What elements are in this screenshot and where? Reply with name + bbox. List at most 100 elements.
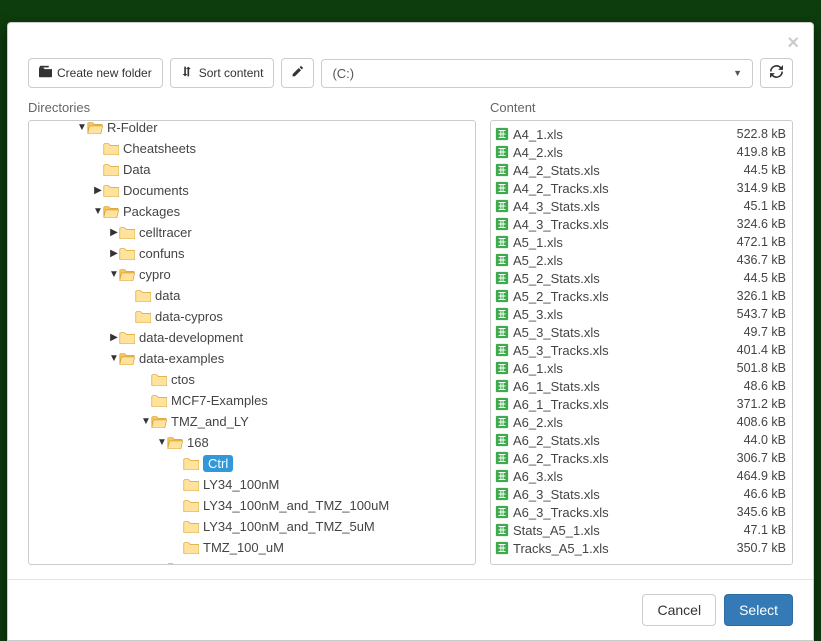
tree-item[interactable]: LY34_100nM — [29, 474, 475, 495]
file-row[interactable]: A4_2_Tracks.xls314.9 kB — [491, 179, 792, 197]
tree-item[interactable]: TMZ_100_uM — [29, 537, 475, 558]
tree-item[interactable]: ctos — [29, 369, 475, 390]
file-row[interactable]: A6_3_Stats.xls46.6 kB — [491, 485, 792, 503]
tree-item[interactable]: data — [29, 285, 475, 306]
tree-item[interactable]: Data — [29, 159, 475, 180]
tree-item[interactable]: ▼cypro — [29, 264, 475, 285]
file-row[interactable]: A5_1.xls472.1 kB — [491, 233, 792, 251]
chevron-right-icon[interactable]: ▶ — [109, 227, 119, 238]
tree-item-label: Packages — [123, 204, 180, 219]
file-row[interactable]: A5_2_Tracks.xls326.1 kB — [491, 287, 792, 305]
file-row[interactable]: A6_2.xls408.6 kB — [491, 413, 792, 431]
file-size: 464.9 kB — [731, 469, 786, 483]
edit-button[interactable] — [281, 58, 314, 88]
file-size: 472.1 kB — [731, 235, 786, 249]
file-row[interactable]: A4_3_Stats.xls45.1 kB — [491, 197, 792, 215]
tree-item[interactable]: Cheatsheets — [29, 138, 475, 159]
file-row[interactable]: A6_3.xls464.9 kB — [491, 467, 792, 485]
chevron-down-icon[interactable]: ▼ — [109, 269, 119, 280]
file-row[interactable]: A6_1.xls501.8 kB — [491, 359, 792, 377]
file-name: A5_3.xls — [513, 307, 731, 322]
file-row[interactable]: A6_2_Tracks.xls306.7 kB — [491, 449, 792, 467]
tree-item-label: LY34_100nM_and_TMZ_100uM — [203, 498, 389, 513]
folder-open-icon — [167, 436, 183, 449]
tree-item[interactable]: ▼TMZ_and_LY — [29, 411, 475, 432]
file-row[interactable]: A5_3_Tracks.xls401.4 kB — [491, 341, 792, 359]
chevron-down-icon[interactable]: ▼ — [77, 122, 87, 133]
chevron-right-icon[interactable]: ▶ — [93, 185, 103, 196]
file-row[interactable]: A5_2_Stats.xls44.5 kB — [491, 269, 792, 287]
file-row[interactable]: Stats_A5_1.xls47.1 kB — [491, 521, 792, 539]
tree-item[interactable]: ▼data-examples — [29, 348, 475, 369]
chevron-right-icon[interactable]: ▶ — [157, 563, 167, 565]
file-row[interactable]: A5_2.xls436.7 kB — [491, 251, 792, 269]
tree-item[interactable]: ▶celltracer — [29, 222, 475, 243]
file-row[interactable]: A4_3_Tracks.xls324.6 kB — [491, 215, 792, 233]
file-name: A6_1_Stats.xls — [513, 379, 738, 394]
xls-file-icon — [495, 253, 509, 267]
xls-file-icon — [495, 289, 509, 303]
refresh-icon — [770, 65, 783, 81]
tree-item[interactable]: MCF7-Examples — [29, 390, 475, 411]
file-row[interactable]: A5_3_Stats.xls49.7 kB — [491, 323, 792, 341]
chevron-down-icon[interactable]: ▼ — [141, 416, 151, 427]
tree-item[interactable]: LY34_100nM_and_TMZ_100uM — [29, 495, 475, 516]
folder-icon — [183, 457, 199, 470]
tree-item[interactable]: LY34_100nM_and_TMZ_5uM — [29, 516, 475, 537]
chevron-down-icon[interactable]: ▼ — [157, 437, 167, 448]
tree-item-label: data-cypros — [155, 309, 223, 324]
chevron-down-icon[interactable]: ▼ — [93, 206, 103, 217]
tree-item[interactable]: ▼168 — [29, 432, 475, 453]
file-row[interactable]: A6_2_Stats.xls44.0 kB — [491, 431, 792, 449]
file-row[interactable]: A4_1.xls522.8 kB — [491, 125, 792, 143]
content-list[interactable]: A4_1.xls522.8 kBA4_2.xls419.8 kBA4_2_Sta… — [490, 120, 793, 565]
content-label: Content — [490, 100, 793, 120]
refresh-button[interactable] — [760, 58, 793, 88]
file-row[interactable]: A6_3_Tracks.xls345.6 kB — [491, 503, 792, 521]
folder-icon — [183, 541, 199, 554]
xls-file-icon — [495, 199, 509, 213]
select-button[interactable]: Select — [724, 594, 793, 626]
file-row[interactable]: A6_1_Stats.xls48.6 kB — [491, 377, 792, 395]
chevron-right-icon[interactable]: ▶ — [109, 248, 119, 259]
xls-file-icon — [495, 379, 509, 393]
tree-item[interactable]: ▶Documents — [29, 180, 475, 201]
file-size: 419.8 kB — [731, 145, 786, 159]
toolbar: Create new folder Sort content (C:) — [8, 23, 813, 100]
tree-item[interactable]: ▶data-development — [29, 327, 475, 348]
path-value: (C:) — [332, 66, 354, 81]
file-row[interactable]: A4_2.xls419.8 kB — [491, 143, 792, 161]
folder-icon — [119, 331, 135, 344]
chevron-down-icon[interactable]: ▼ — [109, 353, 119, 364]
file-name: A6_2_Tracks.xls — [513, 451, 731, 466]
cancel-button[interactable]: Cancel — [642, 594, 716, 626]
tree-item-label: ctos — [171, 372, 195, 387]
file-row[interactable]: Tracks_A5_1.xls350.7 kB — [491, 539, 792, 557]
file-row[interactable]: A5_3.xls543.7 kB — [491, 305, 792, 323]
file-row[interactable]: A4_2_Stats.xls44.5 kB — [491, 161, 792, 179]
xls-file-icon — [495, 541, 509, 555]
folder-icon — [119, 226, 135, 239]
tree-item[interactable]: Ctrl — [29, 453, 475, 474]
chevron-right-icon[interactable]: ▶ — [109, 332, 119, 343]
tree-item[interactable]: ▼R-Folder — [29, 120, 475, 138]
tree-item[interactable]: ▼ Packages — [29, 201, 475, 222]
tree-item-label: LY34_100nM_and_TMZ_5uM — [203, 519, 375, 534]
tree-item[interactable]: ▶confuns — [29, 243, 475, 264]
file-size: 314.9 kB — [731, 181, 786, 195]
path-select[interactable]: (C:) — [321, 59, 753, 88]
file-row[interactable]: A6_1_Tracks.xls371.2 kB — [491, 395, 792, 413]
tree-item-label: Ctrl — [203, 455, 233, 472]
tree-item[interactable]: ▶233 — [29, 558, 475, 565]
tree-item[interactable]: data-cypros — [29, 306, 475, 327]
file-size: 522.8 kB — [731, 127, 786, 141]
directories-tree[interactable]: ▼R-FolderCheatsheetsData▶Documents ▼ Packa… — [28, 120, 476, 565]
xls-file-icon — [495, 523, 509, 537]
file-name: A4_1.xls — [513, 127, 731, 142]
create-folder-button[interactable]: Create new folder — [28, 58, 163, 88]
folder-open-icon — [119, 268, 135, 281]
file-name: A6_2.xls — [513, 415, 731, 430]
file-size: 306.7 kB — [731, 451, 786, 465]
close-icon[interactable]: × — [787, 33, 799, 53]
sort-content-button[interactable]: Sort content — [170, 58, 275, 88]
